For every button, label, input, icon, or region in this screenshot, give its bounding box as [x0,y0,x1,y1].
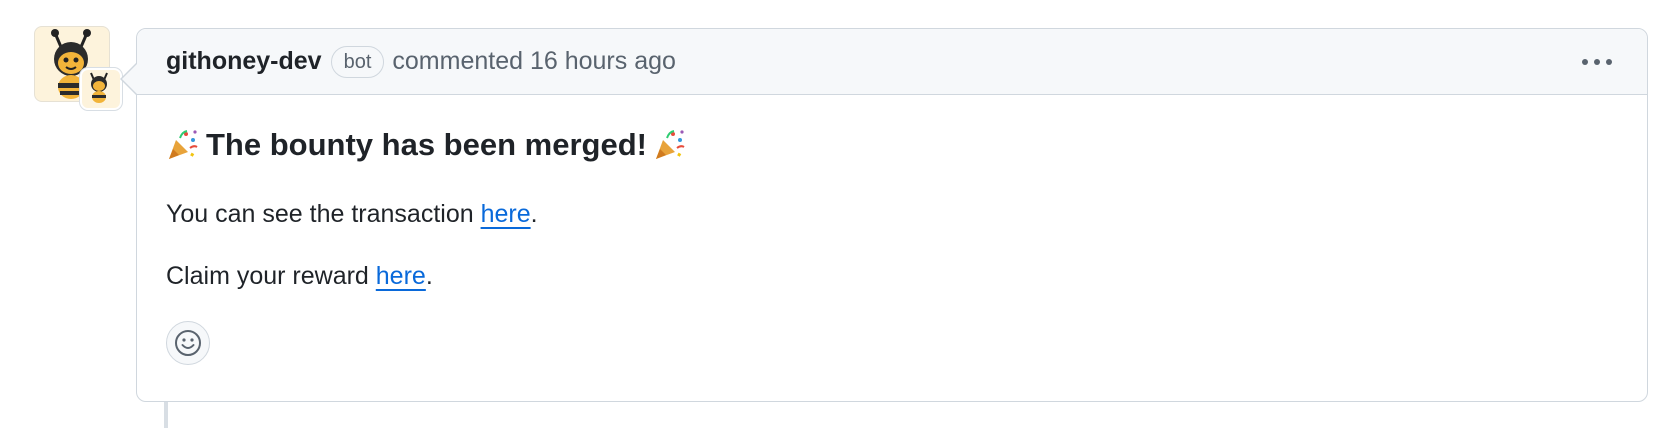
party-popper-icon [169,130,198,159]
bot-badge: bot [330,45,385,78]
reward-suffix: . [425,262,433,290]
comment-body: The bounty has been merged! You can see … [137,95,1647,365]
comment-arrow-fill [122,64,137,94]
party-popper-icon [655,130,685,159]
transaction-link[interactable]: here [481,200,531,228]
app-badge [80,68,122,110]
transaction-suffix: . [530,200,538,228]
comment-page: githoney-dev bot commented 16 hours ago [0,0,1678,428]
bee-app-badge-icon [90,72,108,103]
author-link[interactable]: githoney-dev [166,47,322,76]
author-avatar-wrap[interactable] [34,26,122,110]
kebab-menu-icon [1582,58,1612,65]
comment-action: commented [392,47,524,75]
reward-text: Claim your reward [166,262,376,290]
timeline-line [164,402,168,428]
more-options-button[interactable] [1577,47,1617,77]
comment-timestamp[interactable]: 16 hours ago [530,47,676,75]
reward-paragraph: Claim your reward here. [166,259,1618,293]
comment-header: githoney-dev bot commented 16 hours ago [137,29,1647,95]
comment-meta: commented 16 hours ago [392,47,676,76]
claim-reward-link[interactable]: here [376,262,426,290]
transaction-text: You can see the transaction [166,200,481,228]
transaction-paragraph: You can see the transaction here. [166,197,1618,231]
heading-text: The bounty has been merged! [206,127,647,162]
comment-box: githoney-dev bot commented 16 hours ago [120,28,1648,402]
comment-heading: The bounty has been merged! [166,123,1618,167]
add-reaction-button[interactable] [166,321,210,365]
smiley-icon [175,330,201,356]
